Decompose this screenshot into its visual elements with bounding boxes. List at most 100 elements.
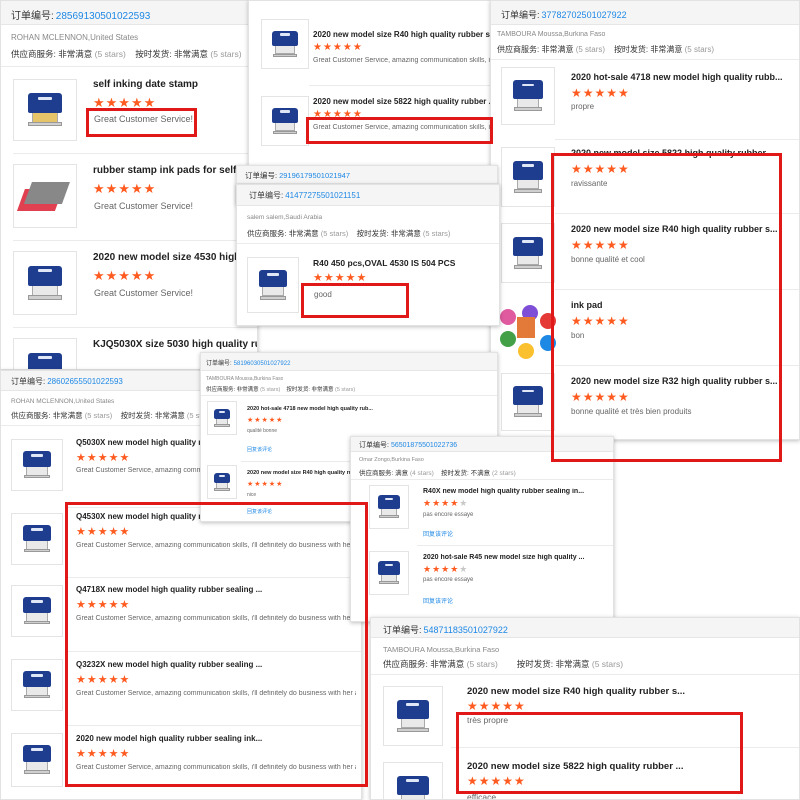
product-title[interactable]: Q5030X new model high quality rubl (76, 438, 206, 447)
order-header: 订单编号: 41477275501021151 (237, 185, 499, 206)
seller-ratings: 供应商服务: 非常满意 (5 stars) 按时发货: 非常满意 (5 star… (497, 44, 714, 55)
supplier-service-stars: (5 stars) (94, 49, 126, 59)
order-number-label: 订单编号: (11, 11, 54, 22)
ship-on-time-label: 按时发货: (356, 229, 389, 238)
supplier-service-label: 供应商服务: (497, 45, 540, 54)
supplier-service-label: 供应商服务: (11, 49, 56, 59)
product-image (207, 465, 237, 499)
product-image (247, 257, 299, 313)
rating-stars: ★★★★★ (467, 699, 526, 713)
supplier-service-value: 非常满意 (58, 49, 93, 59)
product-image (501, 223, 555, 283)
product-image (501, 147, 555, 207)
product-image (11, 513, 63, 565)
ship-on-time-value: 非常满意 (311, 387, 334, 393)
review-item: rubber stamp ink pads for self Ink ★★★★★… (1, 154, 257, 240)
stamp-product-image (259, 269, 287, 300)
order-header: 订单编号: 28569130501022593 (1, 1, 257, 25)
ship-on-time-label: 按时发货: (120, 411, 153, 420)
highlight-box (551, 153, 782, 462)
review-item: R40X new model high quality rubber seali… (351, 479, 613, 545)
supplier-service-value: 非常满意 (236, 387, 259, 393)
ink-pad-image (17, 182, 70, 213)
order-number-label: 订单编号: (359, 442, 389, 449)
review-item: 2020 hot-sale 4718 new model high qualit… (491, 59, 799, 135)
ship-on-time-stars: (5 stars) (335, 387, 356, 393)
review-text: Great Customer Service! (94, 288, 194, 298)
ship-on-time-value: 非常满意 (154, 411, 185, 420)
reply-link[interactable]: 回复该评论 (247, 446, 272, 453)
stamp-product-image (27, 265, 63, 301)
ship-on-time-label: 按时发货: (613, 45, 649, 54)
review-text: propre (571, 102, 595, 111)
product-title[interactable]: R40X new model high quality rubber seali… (423, 488, 611, 495)
stamp-product-image (513, 160, 543, 193)
supplier-service-value: 满意 (395, 470, 409, 477)
buyer-name: Omar Zongo,Burkina Faso (359, 457, 424, 463)
rating-stars: ★★★★★ (247, 417, 284, 424)
highlight-box (86, 108, 197, 137)
order-number-link[interactable]: 56501875501022736 (391, 442, 457, 449)
product-title[interactable]: 2020 hot-sale 4718 new model high qualit… (247, 406, 495, 412)
stamp-product-image (23, 597, 51, 625)
product-title[interactable]: 2020 new model size R40 high quality rub… (313, 30, 499, 39)
review-item: 2020 new model size R40 high quality rub… (249, 1, 499, 81)
order-number-link[interactable]: 28602655501022593 (47, 377, 123, 386)
order-number-link[interactable]: 58196030501027922 (234, 361, 291, 367)
review-text: pas encore essayé (423, 577, 474, 583)
stamp-product-image (23, 451, 51, 479)
supplier-service-label: 供应商服务: (359, 470, 394, 477)
ship-on-time-label: 按时发货: (286, 387, 310, 393)
rating-stars: ★★★★★ (93, 181, 157, 196)
order-number-link[interactable]: 37782702501027922 (542, 10, 627, 20)
order-number-link[interactable]: 54871183501027922 (424, 625, 508, 635)
order-number-link[interactable]: 41477275501021151 (285, 191, 360, 200)
reply-link[interactable]: 回复该评论 (423, 529, 453, 538)
order-number-label: 订单编号: (501, 10, 540, 20)
seller-ratings: 供应商服务: 非常满意 (5 stars) 按时发货: 非常满意 (5 star… (11, 48, 242, 60)
ship-on-time-stars: (5 stars) (684, 45, 714, 54)
review-item: 2020 hot-sale R45 new model size high qu… (351, 545, 613, 615)
stamp-product-image (23, 671, 51, 699)
supplier-service-value: 非常满意 (288, 229, 319, 238)
product-image (501, 67, 555, 125)
supplier-service-label: 供应商服务: (206, 387, 236, 393)
product-title[interactable]: self inking date stamp (93, 79, 257, 90)
product-image (13, 338, 77, 369)
reply-link[interactable]: 回复该评论 (423, 596, 453, 605)
rating-stars: ★★★★★ (423, 498, 469, 508)
product-title[interactable]: rubber stamp ink pads for self Ink (93, 165, 257, 176)
stamp-product-image (513, 80, 543, 112)
product-title[interactable]: 2020 hot-sale 4718 new model high qualit… (571, 72, 797, 82)
product-title[interactable]: 2020 new model size R40 high quality rub… (467, 686, 797, 697)
review-text: nice (247, 492, 257, 498)
product-title[interactable]: R40 450 pcs,OVAL 4530 IS 504 PCS (313, 258, 499, 268)
product-image (13, 164, 77, 228)
product-title[interactable]: 2020 hot-sale R45 new model size high qu… (423, 554, 611, 561)
product-title[interactable]: KJQ5030X size 5030 high quality rubber s… (93, 339, 257, 350)
ship-on-time-value: 非常满意 (174, 49, 209, 59)
product-image (495, 299, 556, 359)
order-number-link[interactable]: 29196179501021947 (279, 171, 350, 180)
buyer-name: TAMBOURA Moussa,Burkina Faso (206, 376, 284, 382)
highlight-box (301, 283, 409, 318)
product-title[interactable]: 2020 new model size 5822 high quality ru… (313, 97, 499, 106)
stamp-product-image (378, 495, 400, 519)
product-image (11, 585, 63, 637)
order-number-label: 订单编号: (249, 191, 284, 200)
order-review-card: 订单编号: 56501875501022736 Omar Zongo,Burkin… (350, 436, 614, 622)
stamp-product-image (23, 525, 51, 553)
product-image (11, 659, 63, 711)
review-text: Great Customer Service, amazing commun (76, 467, 206, 474)
product-image (501, 373, 555, 431)
supplier-service-stars: (5 stars) (575, 45, 606, 54)
product-image (207, 401, 237, 435)
order-number-link[interactable]: 28569130501022593 (56, 11, 151, 22)
rating-stars: ★★★★★ (247, 481, 284, 488)
supplier-service-value: 非常满意 (52, 411, 83, 420)
stamp-product-image (214, 409, 230, 427)
product-image (11, 439, 63, 491)
ship-on-time-label: 按时发货: (441, 470, 469, 477)
ship-on-time-value: 不满意 (470, 470, 491, 477)
product-title[interactable]: 2020 new model size 4530 high (93, 252, 257, 263)
